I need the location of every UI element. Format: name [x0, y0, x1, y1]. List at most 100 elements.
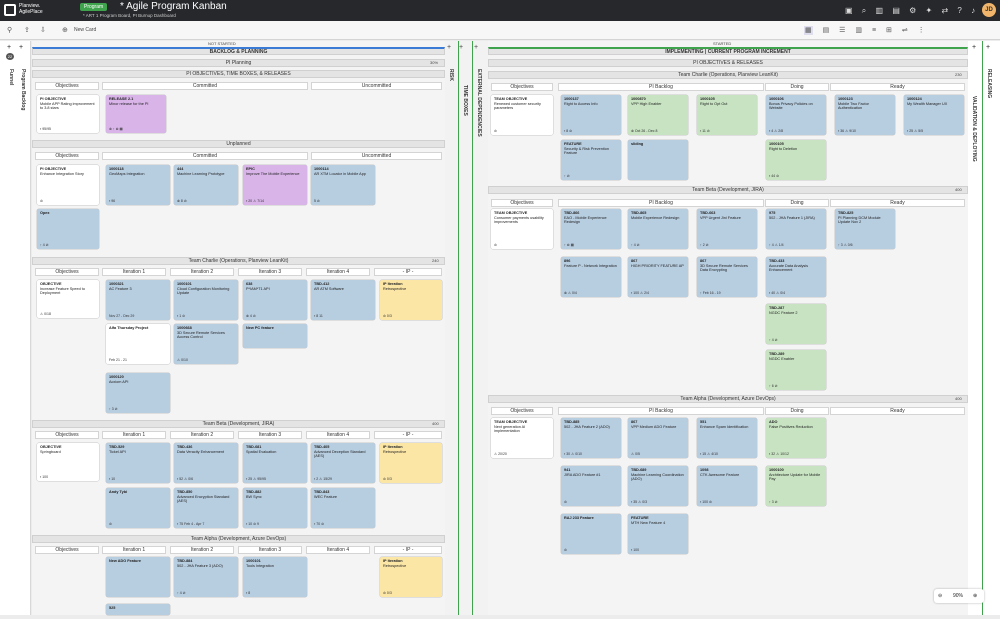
card[interactable]: TEAM OBJECTIVE Consumer payments usabilit…: [491, 209, 553, 249]
col-objectives[interactable]: Objectives: [35, 431, 99, 439]
card[interactable]: TBD-865 Mobile Experience Redesign ↑ 4 ⊘: [628, 209, 688, 249]
col-ip[interactable]: - IP -: [374, 268, 442, 276]
col-objectives[interactable]: Objectives: [35, 268, 99, 276]
col-uncommitted[interactable]: Uncommitted: [311, 82, 442, 90]
pi-planning-header[interactable]: PI Planning: [32, 59, 445, 67]
unplanned-header[interactable]: Unplanned: [32, 140, 445, 148]
board-title[interactable]: * Agile Program Kanban: [120, 1, 227, 12]
add-icon[interactable]: +: [447, 44, 451, 51]
col-iteration-3[interactable]: Iteration 3: [238, 431, 302, 439]
card[interactable]: New PC feature: [243, 324, 307, 348]
add-icon[interactable]: +: [474, 44, 478, 51]
card[interactable]: TBD-529 Tickel API ▪ 10: [106, 443, 170, 483]
card[interactable]: TEAM OBJECTIVE Renewed customer security …: [491, 95, 553, 135]
col-ready[interactable]: Ready: [830, 407, 965, 415]
card[interactable]: 551 Enhance Spam Identification ▪ 15 ⚠ 4/1…: [697, 418, 757, 458]
card[interactable]: TBD-843 WEC Feature ▪ 70 ⊘: [311, 488, 375, 528]
card[interactable]: 941 JIRA ADO Feature #1 ⊘: [561, 466, 621, 506]
col-objectives[interactable]: Objectives: [491, 407, 553, 415]
fields-icon[interactable]: ⇌: [902, 27, 908, 34]
card[interactable]: TBD-433 Accurate Data Analysis Enhancemen…: [766, 257, 826, 297]
card[interactable]: TBD-882 BW Sync ▪ 10 ⊘ 9: [243, 488, 307, 528]
card[interactable]: 525: [106, 604, 170, 615]
col-iteration-1[interactable]: Iteration 1: [102, 268, 166, 276]
card[interactable]: RELEASE 2.1 Minor release for the PI ⊗ ↑ ⊗…: [106, 95, 166, 133]
card[interactable]: FEATURE MTH New Feature 4 ▪ 100: [628, 514, 688, 554]
card[interactable]: 1000101 Cloud Configuration Monitoring Up…: [174, 280, 238, 320]
col-iteration-2[interactable]: Iteration 2: [170, 431, 234, 439]
card[interactable]: TEAM OBJECTIVE Next generation AI impleme…: [491, 418, 553, 458]
card[interactable]: TBD-689 Machine Learning Coordination (AD…: [628, 466, 688, 506]
col-iteration-4[interactable]: Iteration 4: [306, 546, 370, 554]
card[interactable]: 1000321 AC Feature 3 Nov 27 - Dec 29: [106, 280, 170, 320]
card[interactable]: OBJECTIVE Increase Feature Speed to Deplo…: [37, 280, 99, 318]
col-iteration-1[interactable]: Iteration 1: [102, 431, 166, 439]
pi-objectives-releases-header[interactable]: PI OBJECTIVES & RELEASES: [488, 59, 968, 67]
card[interactable]: TBD-885 502 - JHA Feature 2 (ADO) ▪ 30 ⚠ 0…: [561, 418, 621, 458]
col-pi-backlog[interactable]: PI Backlog: [558, 83, 764, 91]
card[interactable]: 1000106 Bonus Privacy Policies on Website…: [766, 95, 826, 135]
col-doing[interactable]: Doing: [765, 199, 829, 207]
card[interactable]: 638 P*IAM*T1 API ⊗ 4 ⊘: [243, 280, 307, 320]
columns-icon[interactable]: ▥: [855, 27, 862, 34]
col-iteration-4[interactable]: Iteration 4: [306, 431, 370, 439]
col-iteration-2[interactable]: Iteration 2: [170, 268, 234, 276]
card[interactable]: 1000105 Right to Deletion ▪ 44 ⊘: [766, 140, 826, 180]
card[interactable]: sliding: [628, 140, 688, 180]
col-ip[interactable]: - IP -: [374, 546, 442, 554]
search-icon[interactable]: ⌕: [862, 6, 866, 15]
card[interactable]: 1098 CTK Awesome Feature ▪ 100 ⊘: [697, 466, 757, 506]
card[interactable]: TBD-825 PI Planning DCM Module Update Nov…: [835, 209, 895, 249]
col-iteration-1[interactable]: Iteration 1: [102, 546, 166, 554]
card[interactable]: 1000118 GeoMaps Integration ▪ 96: [106, 165, 170, 205]
backlog-planning-header[interactable]: BACKLOG & PLANNING: [32, 47, 445, 55]
team-beta-header[interactable]: Team Beta (Development, JIRA): [488, 186, 968, 194]
col-iteration-3[interactable]: Iteration 3: [238, 546, 302, 554]
col-iteration-4[interactable]: Iteration 4: [306, 268, 370, 276]
col-doing[interactable]: Doing: [765, 83, 829, 91]
card[interactable]: IP Iteration Retrospective ⊘ 0/3: [380, 557, 442, 597]
card[interactable]: Opex ↑ 4 ⊘: [37, 209, 99, 249]
card[interactable]: 867 HIGH PRIORITY FEATURE AP ▪ 100 ⚠ 2/4: [628, 257, 688, 297]
col-ready[interactable]: Ready: [830, 83, 965, 91]
card[interactable]: TBD-289 NGDC Enabler ↑ 6 ⊘: [766, 350, 826, 390]
card[interactable]: TBD-663 VPP Urgent Jini Feature ↑ 2 ⊘: [697, 209, 757, 249]
col-uncommitted[interactable]: Uncommitted: [311, 152, 442, 160]
bell-icon[interactable]: ♪: [971, 6, 975, 15]
implementing-header[interactable]: IMPLEMENTING | CURRENT PROGRAM INCREMENT: [488, 47, 968, 55]
card[interactable]: 1000105 Right to Opt Out ▪ 11 ⊘: [697, 95, 757, 135]
col-ready[interactable]: Ready: [830, 199, 965, 207]
card[interactable]: 1000100 Architecture Update for Mobile Pa…: [766, 466, 826, 506]
new-card-button[interactable]: New Card: [74, 27, 96, 33]
team-alpha-header[interactable]: Team Alpha (Development, Azure DevOps): [488, 395, 968, 403]
col-objectives[interactable]: Objectives: [35, 152, 99, 160]
card[interactable]: TBD-287 NGDC Feature 2 ↑ 4 ⊘: [766, 304, 826, 344]
card[interactable]: 1000870 VPP High Enabler ⊗ Oct 26 - Dec 8: [628, 95, 688, 135]
card[interactable]: PI OBJECTIVE Enhance Integration Story ⊘: [37, 165, 99, 205]
card[interactable]: OBJECTIVE Springboard ▪ 100: [37, 443, 99, 481]
card[interactable]: 975 502 - JHA Feature 1 (JIRA) ↑ 4 ⚠ 1/4: [766, 209, 826, 249]
col-objectives[interactable]: Objectives: [35, 546, 99, 554]
col-objectives[interactable]: Objectives: [35, 82, 99, 90]
col-committed[interactable]: Committed: [102, 82, 308, 90]
col-objectives[interactable]: Objectives: [491, 199, 553, 207]
team-charlie-header[interactable]: Team Charlie (Operations, Planview LeanK…: [488, 71, 968, 79]
card[interactable]: TBD-405 Advanced Deception Standard (AES)…: [311, 443, 375, 483]
card[interactable]: ADO False Positives Reduction ▪ 32 ⚠ 10/12: [766, 418, 826, 458]
team-charlie-header[interactable]: Team Charlie (Operations, Planview LeanK…: [32, 257, 445, 265]
team-alpha-header[interactable]: Team Alpha (Development, Azure DevOps): [32, 535, 445, 543]
add-icon[interactable]: +: [972, 44, 976, 51]
add-icon[interactable]: +: [7, 44, 11, 51]
card[interactable]: 896 Feature P - Network Integration ⊗ ⚠ 0/…: [561, 257, 621, 297]
card[interactable]: TBD-681 Spatial Evaluation ▪ 25 ⚠ 95/95: [243, 443, 307, 483]
zoom-in-icon[interactable]: ⊕: [973, 589, 977, 603]
card[interactable]: New ADO Feature: [106, 557, 170, 597]
add-icon[interactable]: +: [19, 44, 23, 51]
card[interactable]: TBD-436 Data Veracity Enhancement ▪ 52 ⚠ 0…: [174, 443, 238, 483]
list-view-icon[interactable]: ☰: [839, 27, 845, 34]
card[interactable]: 1000137 Right to Access Info ▪ 8 ⊘: [561, 95, 621, 135]
card[interactable]: 867 VPP Medium ADO Feature ⚠ 0/5: [628, 418, 688, 458]
card[interactable]: TBD-884 502 - JHA Feature 3 (ADO) ↑ 4 ⊘: [174, 557, 238, 597]
card[interactable]: IP Iteration Retrospective ⊘ 0/3: [380, 443, 442, 483]
more-icon[interactable]: ⋮: [918, 27, 925, 34]
